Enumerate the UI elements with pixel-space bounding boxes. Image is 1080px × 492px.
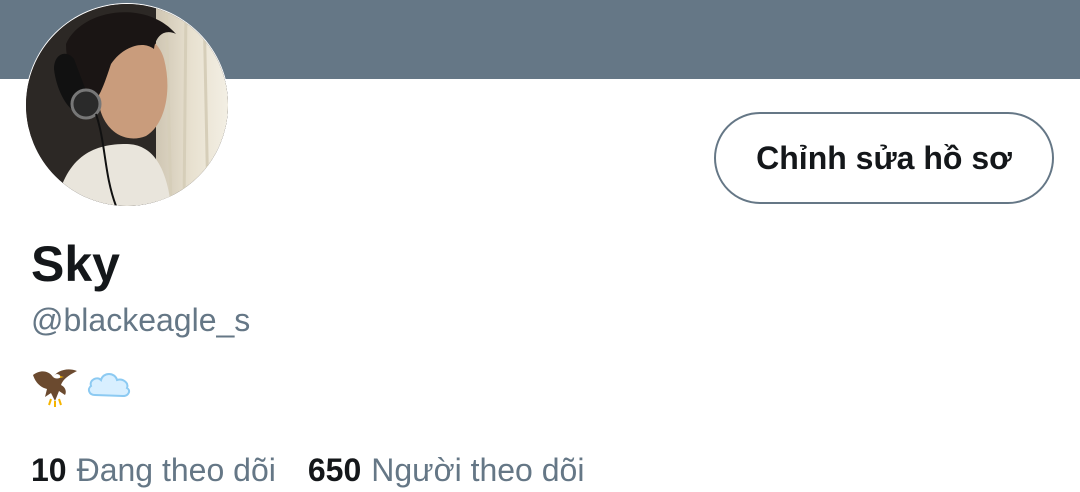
avatar-frame — [25, 3, 229, 207]
avatar-photo — [26, 4, 228, 206]
profile-name: Sky — [31, 236, 120, 292]
profile-handle: @blackeagle_s — [31, 302, 251, 338]
cloud-icon — [85, 361, 133, 409]
followers-count: 650 — [307, 452, 362, 488]
profile-page: Chỉnh sửa hồ sơ Sky @blackeagle_s 10 Đan… — [0, 0, 1080, 492]
avatar[interactable] — [26, 4, 228, 206]
following-stat[interactable]: 10 Đang theo dõi — [31, 448, 276, 492]
eagle-icon — [31, 361, 79, 409]
following-label: Đang theo dõi — [76, 452, 276, 488]
followers-label: Người theo dõi — [371, 452, 585, 488]
edit-profile-button[interactable]: Chỉnh sửa hồ sơ — [714, 112, 1054, 204]
followers-stat[interactable]: 650 Người theo dõi — [308, 448, 585, 492]
profile-bio — [31, 360, 133, 410]
profile-stats: 10 Đang theo dõi 650 Người theo dõi — [31, 448, 584, 492]
following-count: 10 — [31, 452, 67, 488]
